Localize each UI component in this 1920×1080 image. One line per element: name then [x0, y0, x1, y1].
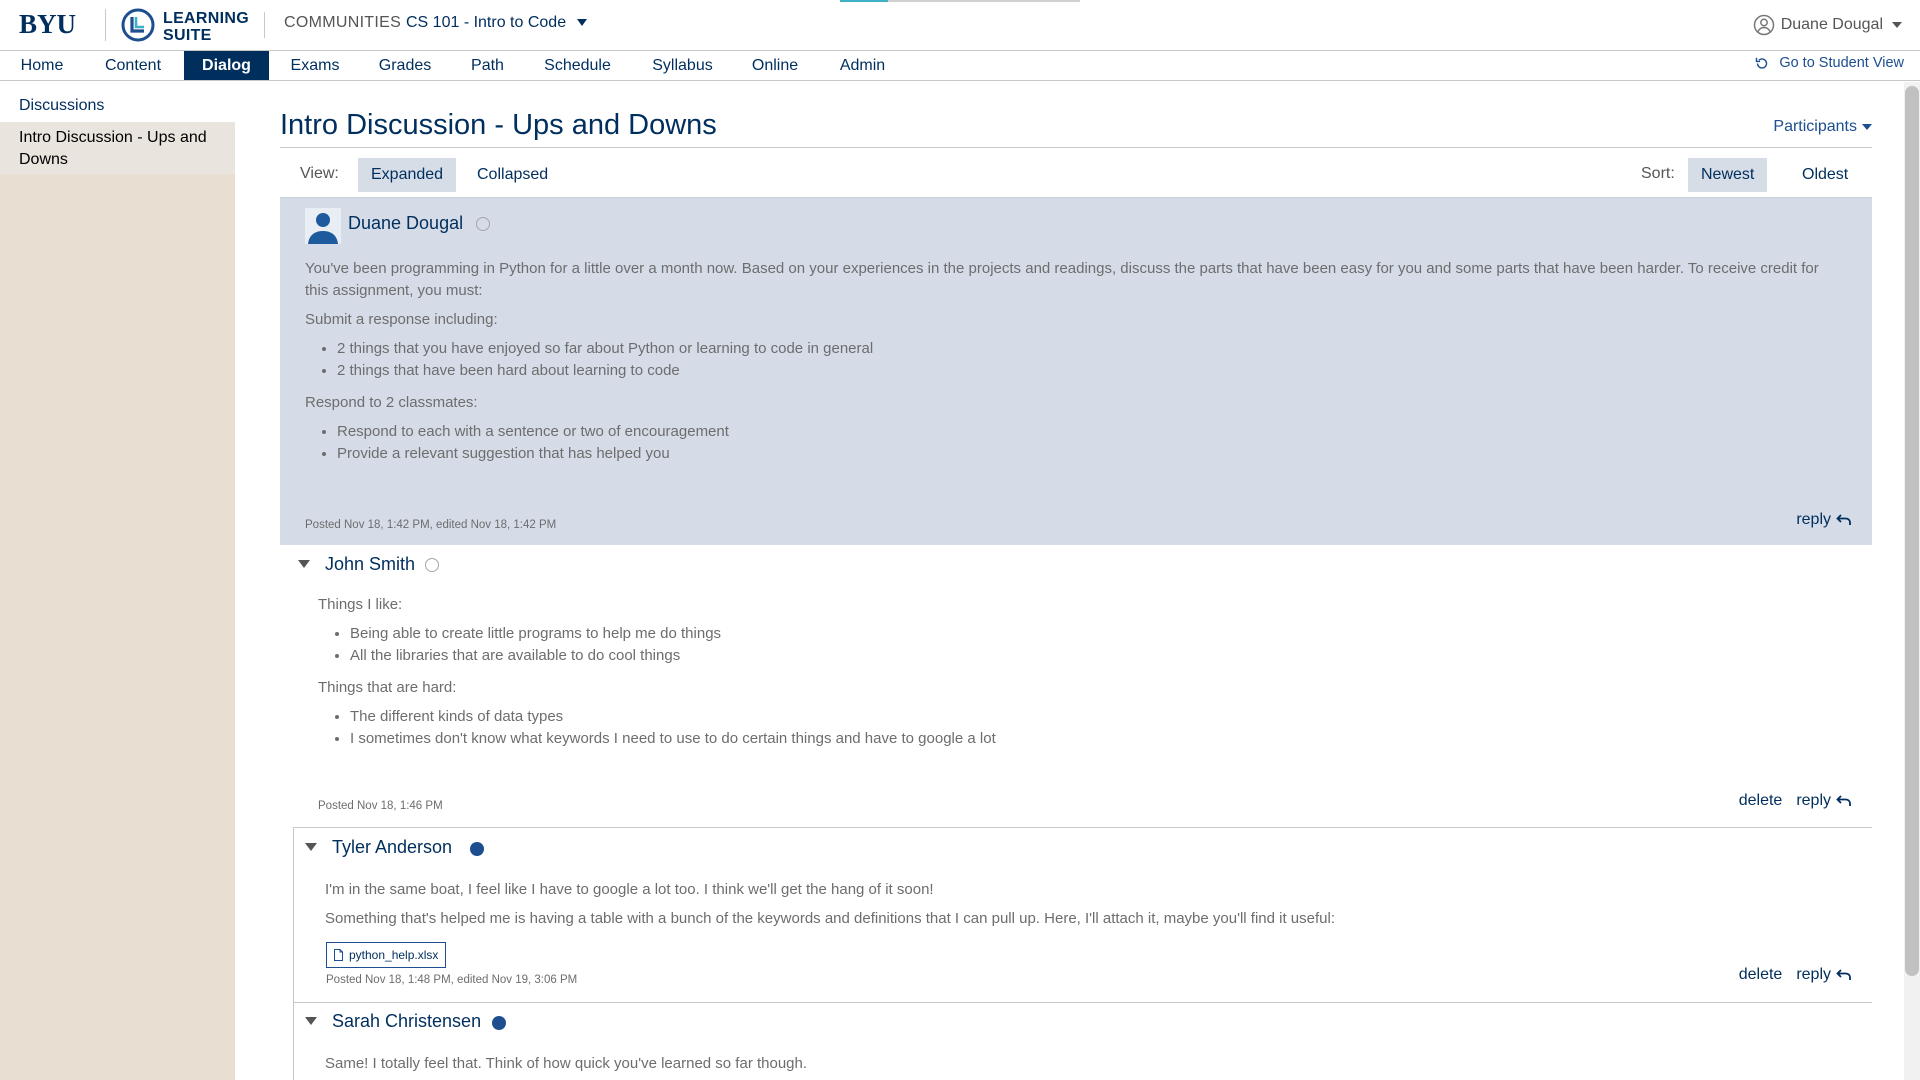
requirements-list: Respond to each with a sentence or two o… — [305, 421, 1845, 465]
divider — [280, 147, 1872, 148]
sidebar: Discussions Intro Discussion - Ups and D… — [0, 82, 235, 1080]
nav-exams[interactable]: Exams — [270, 51, 360, 80]
learning-suite-wordmark[interactable]: LEARNING SUITE — [163, 10, 249, 44]
list-item: I sometimes don't know what keywords I n… — [350, 728, 1838, 750]
list-item: Respond to each with a sentence or two o… — [337, 421, 1845, 443]
view-sort-toolbar: View: Expanded Collapsed Sort: Newest Ol… — [280, 154, 1872, 196]
scrollbar-thumb[interactable] — [1905, 86, 1919, 976]
post-author[interactable]: Tyler Anderson — [332, 837, 452, 858]
header-divider — [264, 12, 265, 38]
nav-dialog[interactable]: Dialog — [184, 51, 269, 80]
byu-logo[interactable]: BYU — [19, 9, 76, 40]
chevron-down-icon — [1892, 22, 1902, 28]
sidebar-heading-discussions[interactable]: Discussions — [19, 95, 104, 117]
bullet-list: Being able to create little programs to … — [318, 623, 1838, 667]
person-avatar-icon — [305, 208, 341, 244]
original-post: Duane Dougal You've been programming in … — [280, 197, 1872, 545]
user-circle-icon — [1753, 14, 1774, 36]
participants-dropdown[interactable]: Participants — [1773, 118, 1872, 136]
list-item: Being able to create little programs to … — [350, 623, 1838, 645]
student-view-link[interactable]: Go to Student View — [1754, 55, 1904, 71]
delete-button[interactable]: delete — [1739, 792, 1783, 810]
nav-home[interactable]: Home — [0, 51, 84, 80]
post-author[interactable]: Sarah Christensen — [332, 1011, 481, 1032]
view-expanded-button[interactable]: Expanded — [358, 158, 457, 192]
triangle-collapse-icon[interactable] — [305, 843, 317, 851]
reply-arrow-icon — [1836, 514, 1851, 525]
post-actions: reply — [1796, 511, 1852, 529]
learning-suite-logo-icon — [121, 8, 155, 42]
bullet-list: The different kinds of data types I some… — [318, 706, 1838, 750]
post-body: You've been programming in Python for a … — [305, 258, 1845, 475]
sort-oldest-button[interactable]: Oldest — [1789, 158, 1861, 192]
section-label: COMMUNITIES — [284, 14, 402, 31]
list-item: 2 things that you have enjoyed so far ab… — [337, 338, 1845, 360]
list-item: The different kinds of data types — [350, 706, 1838, 728]
online-status-indicator — [476, 217, 490, 231]
user-name: Duane Dougal — [1780, 16, 1883, 33]
nav-path[interactable]: Path — [450, 51, 525, 80]
reply-arrow-icon — [1836, 795, 1851, 806]
chevron-down-icon[interactable] — [577, 19, 587, 26]
post-timestamp: Posted Nov 18, 1:46 PM — [318, 800, 443, 812]
top-header: BYU LEARNING SUITE COMMUNITIES CS 101 - … — [0, 0, 1920, 51]
view-collapsed-button[interactable]: Collapsed — [464, 158, 561, 192]
file-icon — [334, 949, 343, 961]
post-timestamp: Posted Nov 18, 1:48 PM, edited Nov 19, 3… — [326, 974, 578, 986]
list-item: Provide a relevant suggestion that has h… — [337, 443, 1845, 465]
delete-button[interactable]: delete — [1739, 966, 1783, 984]
list-item: All the libraries that are available to … — [350, 645, 1838, 667]
nav-grades[interactable]: Grades — [360, 51, 450, 80]
list-item: 2 things that have been hard about learn… — [337, 360, 1845, 382]
discussion-main: Intro Discussion - Ups and Downs Partici… — [280, 82, 1872, 1080]
online-status-indicator — [492, 1016, 506, 1030]
post-author[interactable]: Duane Dougal — [348, 213, 463, 234]
post-author[interactable]: John Smith — [325, 554, 415, 575]
user-menu[interactable]: Duane Dougal — [1753, 14, 1902, 36]
divider — [293, 1002, 1872, 1003]
online-status-indicator — [470, 842, 484, 856]
triangle-collapse-icon[interactable] — [298, 560, 310, 568]
reply-button[interactable]: reply — [1796, 511, 1852, 529]
post-body: Same! I totally feel that. Think of how … — [325, 1055, 808, 1072]
reply-button[interactable]: reply — [1796, 792, 1852, 810]
attachment-link[interactable]: python_help.xlsx — [326, 942, 447, 968]
sort-label: Sort: — [1641, 165, 1675, 182]
divider — [293, 827, 1872, 828]
post-timestamp: Posted Nov 18, 1:42 PM, edited Nov 18, 1… — [305, 519, 557, 531]
nav-syllabus[interactable]: Syllabus — [630, 51, 735, 80]
nav-schedule[interactable]: Schedule — [525, 51, 630, 80]
undo-icon — [1756, 57, 1768, 69]
nav-admin[interactable]: Admin — [815, 51, 910, 80]
post-actions: delete reply — [1739, 966, 1852, 984]
thread-indent-line — [293, 827, 294, 1080]
main-nav: Home Content Dialog Exams Grades Path Sc… — [0, 51, 1920, 81]
triangle-collapse-icon[interactable] — [305, 1017, 317, 1025]
reply-arrow-icon — [1836, 969, 1851, 980]
nav-content[interactable]: Content — [84, 51, 182, 80]
sort-newest-button[interactable]: Newest — [1688, 158, 1768, 192]
post-actions: delete reply — [1739, 792, 1852, 810]
requirements-list: 2 things that you have enjoyed so far ab… — [305, 338, 1845, 382]
post-body: Things I like: Being able to create litt… — [318, 594, 1838, 760]
view-label: View: — [300, 165, 339, 182]
course-selector[interactable]: CS 101 - Intro to Code — [406, 14, 566, 32]
loading-bar — [840, 0, 1080, 2]
post-body: I'm in the same boat, I feel like I have… — [325, 881, 1336, 927]
online-status-indicator — [425, 558, 439, 572]
sidebar-item-intro-discussion[interactable]: Intro Discussion - Ups and Downs — [19, 127, 229, 171]
page-title: Intro Discussion - Ups and Downs — [280, 109, 717, 141]
chevron-down-icon — [1862, 124, 1872, 130]
nav-online[interactable]: Online — [735, 51, 815, 80]
reply-button[interactable]: reply — [1796, 966, 1852, 984]
header-divider — [105, 9, 106, 41]
